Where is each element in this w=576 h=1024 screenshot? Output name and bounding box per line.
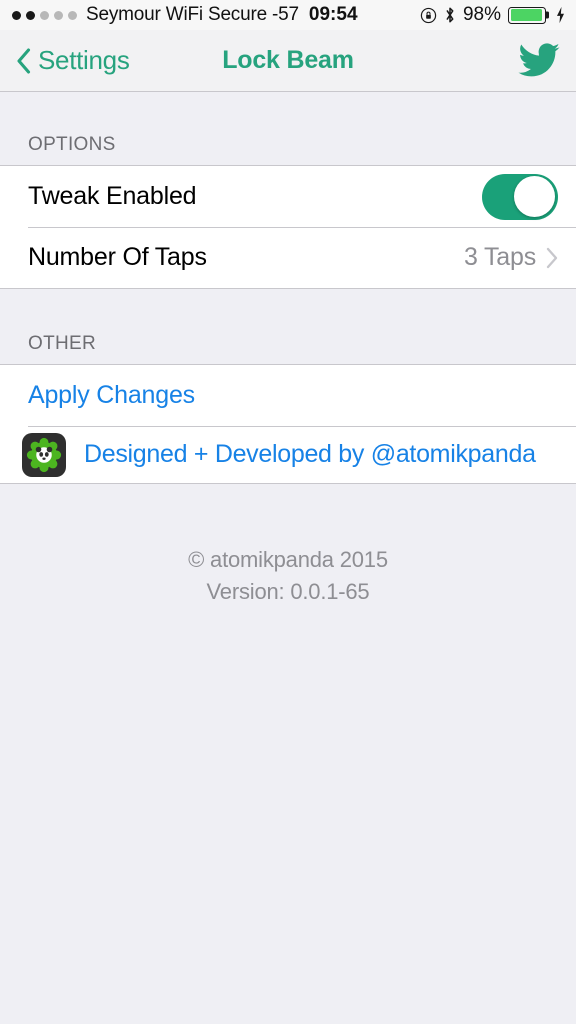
atomikpanda-app-icon [22, 432, 66, 477]
panda-badge-icon [26, 437, 62, 472]
apply-changes-label: Apply Changes [28, 381, 195, 409]
signal-dot-4 [54, 10, 63, 20]
signal-dot-1 [12, 10, 21, 20]
status-clock: 09:54 [308, 4, 358, 25]
settings-table: OPTIONS Tweak Enabled Number Of Taps 3 T… [0, 92, 576, 608]
copyright-label: © atomikpanda 2015 [188, 547, 388, 572]
bluetooth-icon [446, 7, 454, 23]
signal-dot-2 [26, 10, 35, 20]
status-bar: Seymour WiFi Secure -57 09:54 98% [0, 0, 576, 30]
rotation-lock-icon [420, 7, 437, 23]
row-apply-changes[interactable]: Apply Changes [0, 365, 576, 426]
row-tweak-enabled-label: Tweak Enabled [28, 182, 197, 210]
number-of-taps-value: 3 Taps [463, 243, 536, 271]
row-number-of-taps-label: Number Of Taps [28, 243, 207, 271]
section-options-group: Tweak Enabled Number Of Taps 3 Taps [0, 165, 576, 289]
twitter-button[interactable] [518, 42, 560, 79]
tweak-enabled-toggle[interactable] [482, 173, 558, 220]
section-other-group: Apply Changes Designed + Developed by @a… [0, 364, 576, 484]
carrier-label: Seymour WiFi Secure -57 [86, 4, 299, 25]
section-header-options: OPTIONS [28, 134, 116, 155]
charging-bolt-icon [556, 6, 565, 24]
battery-percent-label: 98% [462, 4, 501, 25]
section-header-other: OTHER [28, 333, 96, 354]
signal-strength-dots [12, 10, 77, 20]
navigation-bar: Settings Lock Beam [0, 30, 576, 92]
signal-dot-3 [40, 10, 49, 20]
chevron-right-icon [546, 247, 558, 268]
toggle-knob [514, 176, 555, 217]
signal-dot-5 [68, 10, 77, 20]
developer-credit-label: Designed + Developed by @atomikpanda [84, 440, 536, 468]
row-number-of-taps[interactable]: Number Of Taps 3 Taps [0, 227, 576, 288]
row-developer-credit[interactable]: Designed + Developed by @atomikpanda [0, 426, 576, 483]
row-tweak-enabled[interactable]: Tweak Enabled [0, 166, 576, 227]
twitter-bird-icon [518, 42, 560, 76]
battery-icon [508, 6, 549, 24]
version-label: Version: 0.0.1-65 [206, 578, 370, 604]
back-button[interactable]: Settings [16, 45, 130, 76]
back-button-label: Settings [38, 45, 130, 75]
table-footer: © atomikpanda 2015 Version: 0.0.1-65 [0, 544, 576, 608]
chevron-left-icon [17, 47, 31, 74]
